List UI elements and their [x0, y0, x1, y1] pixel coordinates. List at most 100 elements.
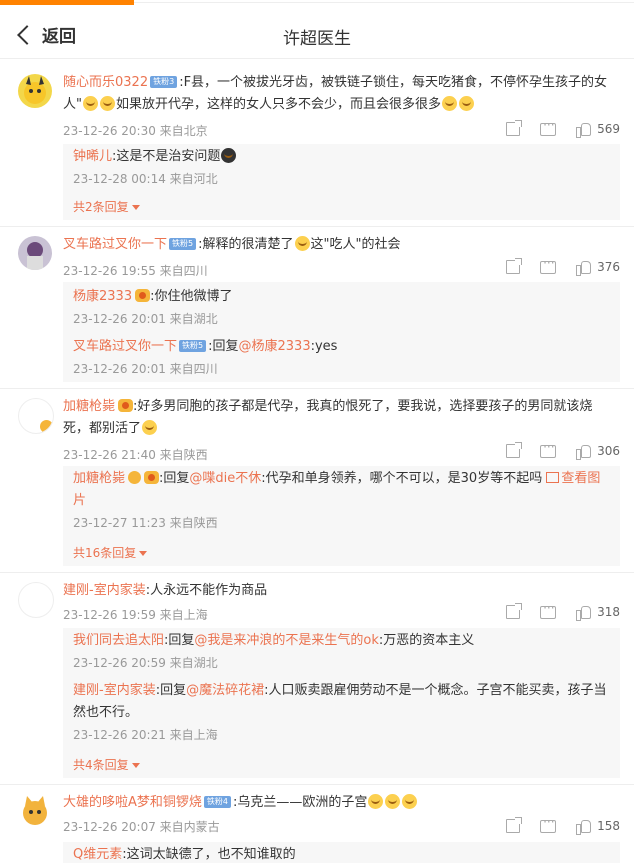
avatar[interactable]: [18, 398, 54, 434]
comment-icon[interactable]: [540, 601, 557, 619]
emoji-icon: [385, 794, 401, 809]
avatar[interactable]: [18, 236, 52, 270]
emoji-icon: [221, 148, 237, 163]
share-icon[interactable]: [506, 120, 523, 136]
like-count: 306: [597, 444, 620, 458]
comment-text: 大雄的哆啦A梦和铜锣烧 铁粉4:乌克兰——欧洲的子宫: [63, 792, 620, 814]
mention-link[interactable]: @我是来冲浪的不是来生气的ok: [194, 633, 378, 648]
view-image-label: 查看图: [561, 471, 601, 486]
reply-meta: 23-12-26 20:01 来自湖北: [73, 312, 218, 326]
comment-item: 建刚-室内家装:人永远不能作为商品 23-12-26 19:59 来自上海 31…: [0, 578, 634, 782]
page-title: 许超医生: [283, 29, 351, 49]
thumbs-up-emoji-icon: [294, 236, 310, 251]
reply-item: 钟晞儿:这是不是治安问题 23-12-28 00:14 来自河北: [73, 146, 612, 190]
mention-link[interactable]: @喋die不休: [189, 471, 261, 486]
comment-text: 随心而乐0322 铁粉3:F县，一个被拔光牙齿，被铁链子锁住，每天吃猪食，不停怀孕…: [63, 72, 620, 116]
comment-body-line1: :乌克兰——欧洲的子宫: [233, 795, 368, 810]
reply-prefix: :回复: [159, 471, 190, 486]
reply-prefix: :回复: [208, 339, 239, 354]
reply-author[interactable]: 加糖枪毙: [73, 471, 125, 486]
comment-text: 建刚-室内家装:人永远不能作为商品: [63, 580, 620, 602]
like-icon[interactable]: [576, 605, 592, 621]
more-replies-link[interactable]: 共16条回复: [73, 544, 148, 561]
comment-item: 叉车路过叉你一下 铁粉5:解释的很清楚了 这"吃人"的社会 23-12-26 19:…: [0, 230, 634, 386]
reply-author[interactable]: 建刚-室内家装: [73, 683, 156, 698]
reply-box: 杨康2333:你住他微博了 23-12-26 20:01 来自湖北 叉车路过叉你…: [63, 282, 620, 382]
like-icon[interactable]: [576, 819, 592, 835]
comment-text: 加糖枪毙 :好多男同胞的孩子都是代孕，我真的恨死了，要我说，选择要孩子的男同就该烧…: [63, 396, 620, 440]
comment-author[interactable]: 加糖枪毙: [63, 399, 115, 414]
reply-author[interactable]: 我们同去追太阳: [73, 633, 164, 648]
comment-author[interactable]: 大雄的哆啦A梦和铜锣烧: [63, 795, 202, 810]
comment-icon[interactable]: [540, 118, 557, 136]
emoji-icon: [99, 96, 115, 111]
reply-meta: 23-12-26 20:59 来自湖北: [73, 656, 218, 670]
divider: [0, 784, 634, 785]
avatar[interactable]: [18, 582, 54, 618]
share-icon[interactable]: [506, 817, 523, 833]
comment-icon[interactable]: [540, 256, 557, 274]
image-icon: [546, 472, 560, 483]
reply-box: 加糖枪毙:回复@喋die不休:代孕和单身领养，哪个不可以，是30岁等不起吗 查看…: [63, 466, 620, 566]
comment-item: 大雄的哆啦A梦和铜锣烧 铁粉4:乌克兰——欧洲的子宫 23-12-26 20:07…: [0, 790, 634, 863]
avatar[interactable]: [18, 74, 52, 108]
reply-text: :这词太缺德了，也不知谁取的: [122, 847, 296, 862]
caret-down-icon: [131, 763, 140, 768]
comment-body-line2a: 人": [63, 97, 82, 112]
reply-author[interactable]: 杨康2333: [73, 289, 132, 304]
comment-icon[interactable]: [540, 815, 557, 833]
avatar[interactable]: [18, 794, 52, 828]
reply-meta: 23-12-26 20:01 来自四川: [73, 362, 218, 376]
reply-meta: 23-12-26 20:21 来自上海: [73, 728, 218, 742]
more-replies-label: 共16条回复: [73, 546, 137, 560]
reply-author[interactable]: 叉车路过叉你一下: [73, 339, 177, 354]
reply-author[interactable]: 钟晞儿: [73, 149, 112, 164]
like-icon[interactable]: [576, 260, 592, 276]
comment-actions: 158: [486, 815, 620, 835]
comment-body-line1: :好多男同胞的孩子都是代孕，我真的恨死了，要我说，选择要孩子的男同就该烧: [133, 399, 593, 414]
reply-author[interactable]: Q维元素: [73, 847, 122, 862]
comment-body-line1: :人永远不能作为商品: [145, 583, 268, 598]
reply-item: 杨康2333:你住他微博了 23-12-26 20:01 来自湖北: [73, 286, 612, 330]
header-bar: 返回 许超医生: [0, 10, 634, 59]
mention-link[interactable]: @魔法碎花裙: [186, 683, 264, 698]
comment-text: 叉车路过叉你一下 铁粉5:解释的很清楚了 这"吃人"的社会: [63, 234, 620, 256]
like-count: 376: [597, 260, 620, 274]
share-icon[interactable]: [506, 442, 523, 458]
reply-prefix: :回复: [164, 633, 195, 648]
share-icon[interactable]: [506, 603, 523, 619]
reply-item: 建刚-室内家装:回复@魔法碎花裙:人口贩卖跟雇佣劳动不是一个概念。子宫不能买卖，…: [73, 680, 612, 746]
share-icon[interactable]: [506, 258, 523, 274]
reply-text: :yes: [310, 339, 338, 354]
comment-author[interactable]: 叉车路过叉你一下: [63, 237, 167, 252]
comment-actions: 569: [486, 118, 620, 138]
fan-badge: 铁粉3: [150, 76, 178, 88]
like-count: 569: [597, 122, 620, 136]
more-replies-link[interactable]: 共4条回复: [73, 756, 140, 773]
comment-author[interactable]: 随心而乐0322: [63, 75, 148, 90]
reply-meta: 23-12-28 00:14 来自河北: [73, 172, 218, 186]
comment-body-line2: 死，都别活了: [63, 421, 142, 436]
more-replies-label: 共2条回复: [73, 200, 129, 214]
comment-actions: 306: [486, 440, 620, 460]
more-replies-link[interactable]: 共2条回复: [73, 198, 140, 215]
emoji-icon: [459, 96, 474, 111]
like-icon[interactable]: [576, 444, 592, 460]
reply-meta: 23-12-27 11:23 来自陕西: [73, 516, 218, 530]
comment-author[interactable]: 建刚-室内家装: [63, 583, 146, 598]
caret-down-icon: [139, 551, 148, 556]
reply-prefix: :回复: [155, 683, 187, 698]
reply-box: 钟晞儿:这是不是治安问题 23-12-28 00:14 来自河北 共2条回复: [63, 144, 620, 220]
vip-crown-icon: [135, 289, 151, 302]
emoji-icon: [442, 96, 457, 111]
vip-crown-icon: [118, 399, 134, 412]
mention-link[interactable]: @杨康2333: [239, 339, 311, 354]
emoji-icon: [82, 96, 98, 111]
comment-actions: 318: [486, 601, 620, 621]
like-icon[interactable]: [576, 122, 592, 138]
reply-text: :人口贩卖跟雇佣劳动不是一个概念。子宫不能买卖，孩子当: [264, 683, 607, 698]
fan-badge: 铁粉4: [203, 796, 231, 808]
comment-icon[interactable]: [540, 440, 557, 458]
reply-item: 加糖枪毙:回复@喋die不休:代孕和单身领养，哪个不可以，是30岁等不起吗 查看…: [73, 468, 612, 534]
divider: [0, 226, 634, 227]
